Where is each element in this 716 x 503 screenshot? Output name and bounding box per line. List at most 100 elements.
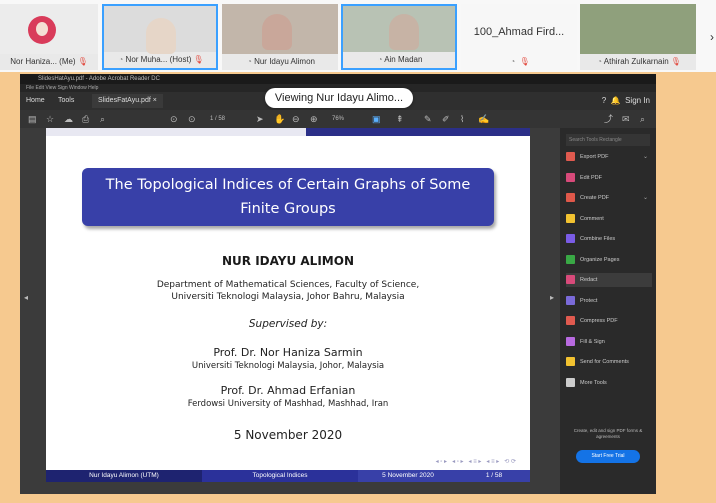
footer-date: 5 November 2020 — [358, 470, 458, 482]
tool-label: Organize Pages — [580, 256, 620, 263]
tool-icon — [566, 213, 575, 223]
tool-icon — [566, 316, 575, 326]
next-page-icon[interactable]: ⊙ — [188, 113, 196, 125]
footer-author: Nur Idayu Alimon (UTM) — [46, 470, 202, 482]
pen-icon[interactable]: ✐ — [442, 113, 450, 125]
bell-icon[interactable]: 🔔 — [611, 96, 621, 105]
slide-affiliation: Department of Mathematical Sciences, Fac… — [156, 280, 420, 302]
participant-name: Nor Muha... — [125, 55, 168, 64]
tool-label: More Tools — [580, 379, 607, 386]
participant-name: Athirah Zulkarnain — [603, 57, 669, 66]
chevron-right-icon[interactable]: › — [710, 30, 714, 44]
mic-icon: ◔ — [510, 57, 516, 66]
start-trial-button[interactable]: Start Free Trial — [576, 450, 640, 463]
slide-date: 5 November 2020 — [233, 428, 343, 442]
page-number-field[interactable]: 1 / 58 — [210, 113, 225, 125]
tool-item[interactable]: Comment — [566, 212, 652, 226]
right-pane-toggle-icon[interactable]: ▸ — [550, 293, 554, 302]
mic-icon: ◔ — [597, 57, 602, 66]
tab-document[interactable]: SlidesFatAyu.pdf × — [92, 94, 163, 108]
tab-home[interactable]: Home — [26, 94, 45, 108]
tool-icon — [566, 295, 575, 305]
share-icon[interactable]: ⤴ — [604, 113, 613, 125]
shared-screen: SlidesHatAyu.pdf - Adobe Acrobat Reader … — [20, 74, 656, 494]
select-cursor-icon[interactable]: ➤ — [256, 113, 264, 125]
highlight-icon[interactable]: ⌇ — [460, 113, 464, 125]
tool-label: Comment — [580, 215, 604, 222]
tool-item[interactable]: Redact — [566, 273, 652, 287]
beamer-nav-icons[interactable]: ◂ ▫ ▸ ◂ ▫ ▸ ◂ ≡ ▸ ◂ ≡ ▸ ⟲ ⟳ — [436, 458, 516, 465]
tool-item[interactable]: Compress PDF — [566, 314, 652, 328]
left-pane-toggle-icon[interactable]: ◂ — [24, 293, 28, 302]
zoom-in-icon[interactable]: ⊕ — [310, 113, 318, 125]
tab-tools[interactable]: Tools — [58, 94, 74, 108]
tool-label: Combine Files — [580, 236, 616, 242]
participant-tile[interactable]: Nor Haniza... (Me) 🎙 — [0, 4, 98, 70]
mic-muted-icon: 🎙 — [519, 57, 530, 66]
promo-text: Create, edit and sign PDF forms & agreem… — [573, 428, 643, 439]
window-title: SlidesHatAyu.pdf - Adobe Acrobat Reader … — [20, 74, 656, 84]
pdf-page: The Topological Indices of Certain Graph… — [46, 128, 530, 482]
participant-video — [146, 18, 176, 54]
fit-page-icon[interactable]: ▣ — [372, 113, 381, 125]
tool-item[interactable]: Organize Pages — [566, 253, 652, 267]
participant-video — [389, 14, 419, 50]
tool-item[interactable]: Edit PDF — [566, 171, 652, 185]
star-icon[interactable]: ☆ — [46, 113, 54, 125]
tool-item[interactable]: More Tools — [566, 376, 652, 390]
tool-label: Edit PDF — [580, 174, 603, 181]
tool-icon — [566, 193, 575, 203]
participant-tile[interactable]: 100_Ahmad Fird... ◔ 🎙 — [461, 4, 577, 70]
save-icon[interactable]: ▤ — [28, 113, 37, 125]
tool-icon — [566, 254, 575, 264]
mic-icon: ◔ — [118, 55, 124, 64]
chevron-down-icon[interactable]: ⌄ — [643, 191, 648, 205]
tool-label: Fill & Sign — [580, 338, 605, 345]
prev-page-icon[interactable]: ⊙ — [170, 113, 178, 125]
tool-item[interactable]: Combine Files — [566, 232, 652, 246]
slide-top-bar — [46, 128, 530, 136]
sign-icon[interactable]: ✍ — [478, 113, 489, 125]
tool-label: Protect — [580, 297, 598, 304]
supervisor-2: Prof. Dr. Ahmad Erfanian — [220, 384, 356, 397]
comment-icon[interactable]: ✎ — [424, 113, 432, 125]
participant-video — [262, 14, 292, 50]
avatar — [28, 16, 56, 44]
hand-tool-icon[interactable]: ✋ — [274, 113, 285, 125]
tools-search-input[interactable]: Search Tools Rectangle — [566, 134, 650, 146]
participant-name: Ain Madan — [384, 55, 423, 64]
tool-item[interactable]: Create PDF ⌄ — [566, 191, 652, 205]
tool-item[interactable]: Send for Comments — [566, 355, 652, 369]
participant-tile[interactable]: ◔ Nur Idayu Alimon — [222, 4, 338, 70]
participant-tile[interactable]: ◔ Athirah Zulkarnain 🎙 — [580, 4, 696, 70]
sign-in-link[interactable]: Sign In — [625, 96, 650, 105]
tool-item[interactable]: Protect — [566, 294, 652, 308]
zoom-level[interactable]: 76% — [332, 113, 344, 125]
mic-muted-icon: 🎙 — [77, 57, 88, 66]
print-icon[interactable]: ⎙ — [82, 113, 89, 125]
tool-icon — [566, 152, 575, 162]
participant-tile[interactable]: ◔ Ain Madan — [341, 4, 457, 70]
mic-muted-icon: 🎙 — [670, 57, 681, 66]
participant-strip: Nor Haniza... (Me) 🎙 ◔ Nor Muha... (Host)… — [0, 0, 716, 72]
mail-icon[interactable]: ✉ — [622, 113, 630, 125]
participant-tile[interactable]: ◔ Nor Muha... (Host) 🎙 — [102, 4, 218, 70]
tools-pane: Search Tools Rectangle Export PDF ⌄ Edit P… — [560, 128, 656, 494]
footer-title: Topological Indices — [202, 470, 358, 482]
tool-icon — [566, 275, 575, 285]
search-icon[interactable]: ⌕ — [100, 113, 105, 125]
viewing-banner[interactable]: Viewing Nur Idayu Alimo... — [265, 88, 413, 108]
mic-icon: ◔ — [247, 57, 252, 66]
chevron-down-icon[interactable]: ⌄ — [643, 150, 648, 164]
cloud-icon[interactable]: ☁ — [64, 113, 73, 125]
scroll-mode-icon[interactable]: ⇞ — [396, 113, 404, 125]
zoom-out-icon[interactable]: ⊖ — [292, 113, 300, 125]
supervised-label: Supervised by: — [248, 318, 328, 330]
tool-label: Redact — [580, 277, 598, 283]
find-icon[interactable]: ⌕ — [640, 113, 645, 125]
tool-item[interactable]: Export PDF ⌄ — [566, 150, 652, 164]
help-icon[interactable]: ? — [602, 96, 606, 105]
supervisor-1-affiliation: Universiti Teknologi Malaysia, Johor, Ma… — [191, 361, 385, 371]
document-canvas[interactable]: ◂ ▸ The Topological Indices of Certain G… — [20, 128, 560, 494]
tool-item[interactable]: Fill & Sign — [566, 335, 652, 349]
